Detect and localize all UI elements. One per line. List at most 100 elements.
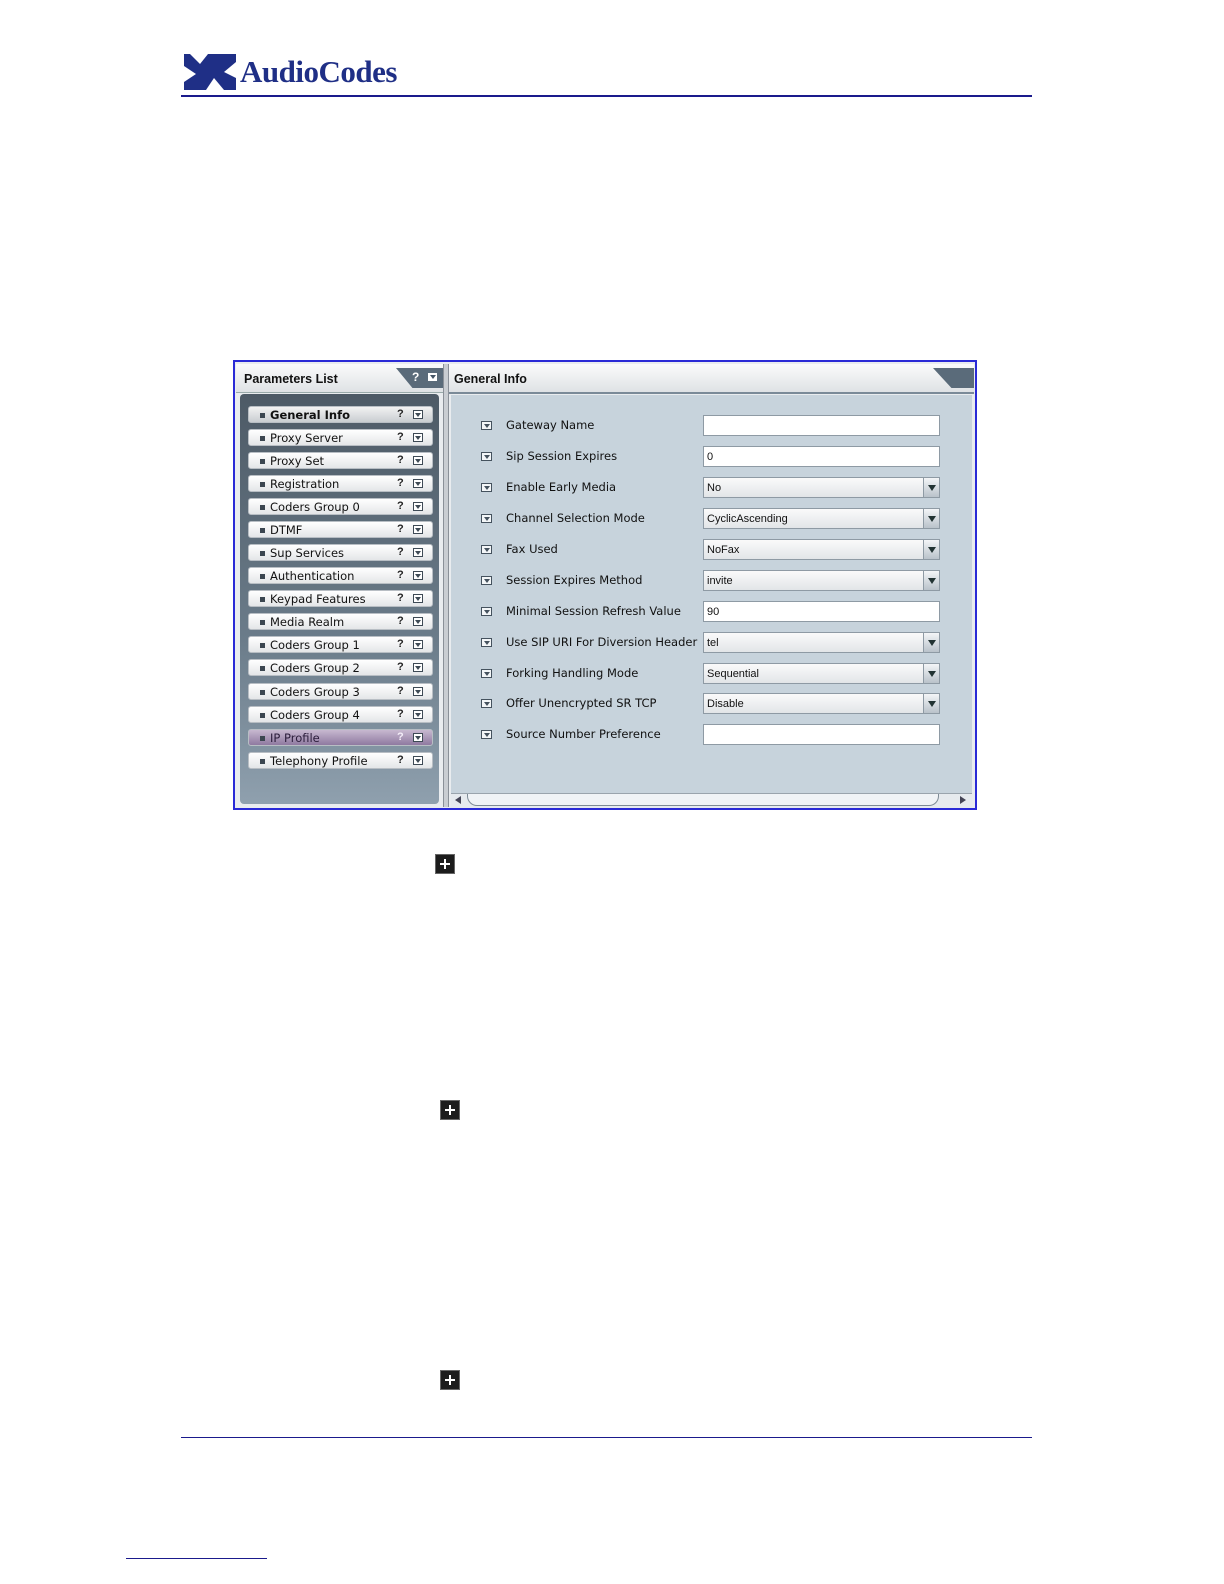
parameters-list: General Info ? Proxy Server ? Proxy Set … — [240, 394, 439, 804]
help-icon[interactable]: ? — [397, 523, 404, 535]
bullet-icon — [260, 690, 265, 695]
param-item-authentication[interactable]: Authentication ? — [248, 567, 433, 584]
param-item-keypad-features[interactable]: Keypad Features ? — [248, 590, 433, 607]
bullet-icon — [260, 436, 265, 441]
dropdown-arrow-icon[interactable] — [923, 540, 939, 559]
dropdown-arrow-icon[interactable] — [923, 509, 939, 528]
chevron-down-icon[interactable] — [413, 502, 423, 511]
help-icon[interactable]: ? — [397, 454, 404, 466]
chevron-down-icon[interactable] — [481, 669, 492, 678]
general-info-header: General Info — [449, 364, 974, 394]
chevron-down-icon[interactable] — [413, 640, 423, 649]
param-item-telephony-profile[interactable]: Telephony Profile ? — [248, 752, 433, 769]
chevron-down-icon[interactable] — [481, 545, 492, 554]
chevron-down-icon[interactable] — [413, 433, 423, 442]
chevron-down-icon[interactable] — [413, 525, 423, 534]
help-icon[interactable]: ? — [397, 661, 404, 673]
dropdown-arrow-icon[interactable] — [923, 633, 939, 652]
session-expires-method-select[interactable]: invite — [703, 570, 940, 591]
dropdown-arrow-icon[interactable] — [923, 571, 939, 590]
chevron-down-icon[interactable] — [481, 483, 492, 492]
chevron-down-icon[interactable] — [413, 617, 423, 626]
chevron-down-icon[interactable] — [481, 638, 492, 647]
scroll-right-icon[interactable] — [960, 796, 966, 804]
minimal-session-refresh-input[interactable]: 90 — [703, 601, 940, 622]
help-icon[interactable]: ? — [397, 546, 404, 558]
param-item-proxy-server[interactable]: Proxy Server ? — [248, 429, 433, 446]
forking-handling-mode-select[interactable]: Sequential — [703, 663, 940, 684]
footnote-rule — [126, 1558, 267, 1559]
param-item-proxy-set[interactable]: Proxy Set ? — [248, 452, 433, 469]
help-icon[interactable]: ? — [397, 431, 404, 443]
select-value: Sequential — [707, 668, 759, 680]
chevron-down-icon[interactable] — [481, 730, 492, 739]
plus-box-icon[interactable] — [435, 854, 455, 874]
chevron-down-icon[interactable] — [481, 607, 492, 616]
param-item-media-realm[interactable]: Media Realm ? — [248, 613, 433, 630]
offer-unencrypted-sr-tcp-select[interactable]: Disable — [703, 693, 940, 714]
chevron-down-icon[interactable] — [481, 452, 492, 461]
chevron-down-icon[interactable] — [413, 687, 423, 696]
param-label: Source Number Preference — [506, 727, 661, 741]
help-icon[interactable]: ? — [412, 370, 419, 384]
param-row-forking-handling-mode: Forking Handling Mode Sequential — [451, 663, 972, 687]
param-item-general-info[interactable]: General Info ? — [248, 406, 433, 423]
dropdown-arrow-icon[interactable] — [923, 478, 939, 497]
help-icon[interactable]: ? — [397, 569, 404, 581]
help-icon[interactable]: ? — [397, 500, 404, 512]
param-item-coders-group-3[interactable]: Coders Group 3 ? — [248, 683, 433, 700]
chevron-down-icon[interactable] — [481, 421, 492, 430]
param-item-coders-group-0[interactable]: Coders Group 0 ? — [248, 498, 433, 515]
gateway-name-input[interactable] — [703, 415, 940, 436]
help-icon[interactable]: ? — [397, 615, 404, 627]
param-item-dtmf[interactable]: DTMF ? — [248, 521, 433, 538]
dropdown-arrow-icon[interactable] — [923, 694, 939, 713]
param-item-coders-group-4[interactable]: Coders Group 4 ? — [248, 706, 433, 723]
help-icon[interactable]: ? — [397, 477, 404, 489]
param-item-ip-profile[interactable]: IP Profile ? — [248, 729, 433, 746]
bullet-icon — [260, 482, 265, 487]
scrollbar-thumb[interactable] — [467, 794, 939, 806]
chevron-down-icon[interactable] — [413, 710, 423, 719]
collapse-dropdown-icon[interactable] — [428, 373, 437, 381]
param-item-label: Sup Services — [270, 546, 345, 560]
chevron-down-icon[interactable] — [413, 479, 423, 488]
param-item-registration[interactable]: Registration ? — [248, 475, 433, 492]
chevron-down-icon[interactable] — [413, 733, 423, 742]
chevron-down-icon[interactable] — [413, 594, 423, 603]
chevron-down-icon[interactable] — [413, 571, 423, 580]
plus-box-icon[interactable] — [440, 1100, 460, 1120]
help-icon[interactable]: ? — [397, 685, 404, 697]
param-item-coders-group-2[interactable]: Coders Group 2 ? — [248, 659, 433, 676]
help-icon[interactable]: ? — [397, 708, 404, 720]
chevron-down-icon[interactable] — [413, 663, 423, 672]
fax-used-select[interactable]: NoFax — [703, 539, 940, 560]
param-item-coders-group-1[interactable]: Coders Group 1 ? — [248, 636, 433, 653]
param-row-source-number-preference: Source Number Preference — [451, 724, 972, 748]
source-number-preference-input[interactable] — [703, 724, 940, 745]
param-item-sup-services[interactable]: Sup Services ? — [248, 544, 433, 561]
horizontal-scrollbar[interactable] — [451, 793, 972, 808]
chevron-down-icon[interactable] — [413, 548, 423, 557]
param-label: Channel Selection Mode — [506, 511, 645, 525]
help-icon[interactable]: ? — [397, 592, 404, 604]
chevron-down-icon[interactable] — [481, 514, 492, 523]
channel-selection-mode-select[interactable]: CyclicAscending — [703, 508, 940, 529]
chevron-down-icon[interactable] — [413, 756, 423, 765]
chevron-down-icon[interactable] — [481, 576, 492, 585]
scroll-left-icon[interactable] — [455, 796, 461, 804]
bullet-icon — [260, 736, 265, 741]
enable-early-media-select[interactable]: No — [703, 477, 940, 498]
help-icon[interactable]: ? — [397, 731, 404, 743]
dropdown-arrow-icon[interactable] — [923, 664, 939, 683]
chevron-down-icon[interactable] — [413, 410, 423, 419]
chevron-down-icon[interactable] — [413, 456, 423, 465]
help-icon[interactable]: ? — [397, 408, 404, 420]
help-icon[interactable]: ? — [397, 754, 404, 766]
plus-box-icon[interactable] — [440, 1370, 460, 1390]
use-sip-uri-diversion-select[interactable]: tel — [703, 632, 940, 653]
audiocodes-logo: AudioCodes — [184, 52, 397, 92]
chevron-down-icon[interactable] — [481, 699, 492, 708]
sip-session-expires-input[interactable]: 0 — [703, 446, 940, 467]
help-icon[interactable]: ? — [397, 638, 404, 650]
